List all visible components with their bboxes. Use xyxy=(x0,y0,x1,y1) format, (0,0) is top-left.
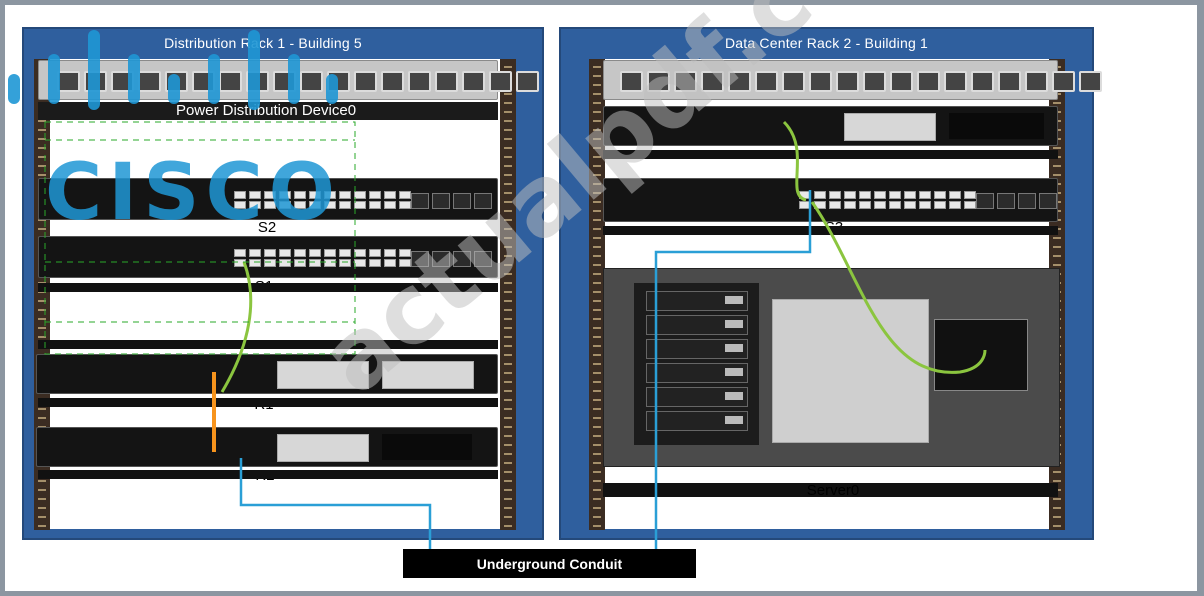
server0-blade-3 xyxy=(646,339,748,359)
server0-blade-5 xyxy=(646,387,748,407)
server0-nic-panel xyxy=(934,319,1028,391)
underground-conduit: Underground Conduit xyxy=(403,549,696,578)
left-shelf-4 xyxy=(38,470,498,479)
switch-s3-sfp xyxy=(976,193,1057,209)
switch-s3[interactable] xyxy=(603,178,1058,222)
right-shelf-2 xyxy=(603,226,1058,235)
server0-blade-4 xyxy=(646,363,748,383)
router-r3-blank xyxy=(949,113,1044,139)
router-r3-module xyxy=(844,113,936,141)
cisco-logo: CISCO xyxy=(0,30,360,238)
server0-blade-1 xyxy=(646,291,748,311)
router-r2-blank xyxy=(382,434,472,460)
router-r2-module xyxy=(277,434,369,462)
cisco-bars-icon xyxy=(8,30,338,110)
server0-drive-cage xyxy=(772,299,929,443)
server0-blade-2 xyxy=(646,315,748,335)
diagram-canvas: Distribution Rack 1 - Building 5 Data Ce… xyxy=(0,0,1204,596)
server0-label: Server0 xyxy=(806,482,860,499)
switch-s3-ports xyxy=(799,191,976,209)
left-shelf-3 xyxy=(38,398,498,407)
server0-chassis[interactable] xyxy=(603,268,1060,467)
router-r2[interactable] xyxy=(36,427,498,467)
server0-blade-6 xyxy=(646,411,748,431)
cisco-logo-text: CISCO xyxy=(45,148,341,238)
